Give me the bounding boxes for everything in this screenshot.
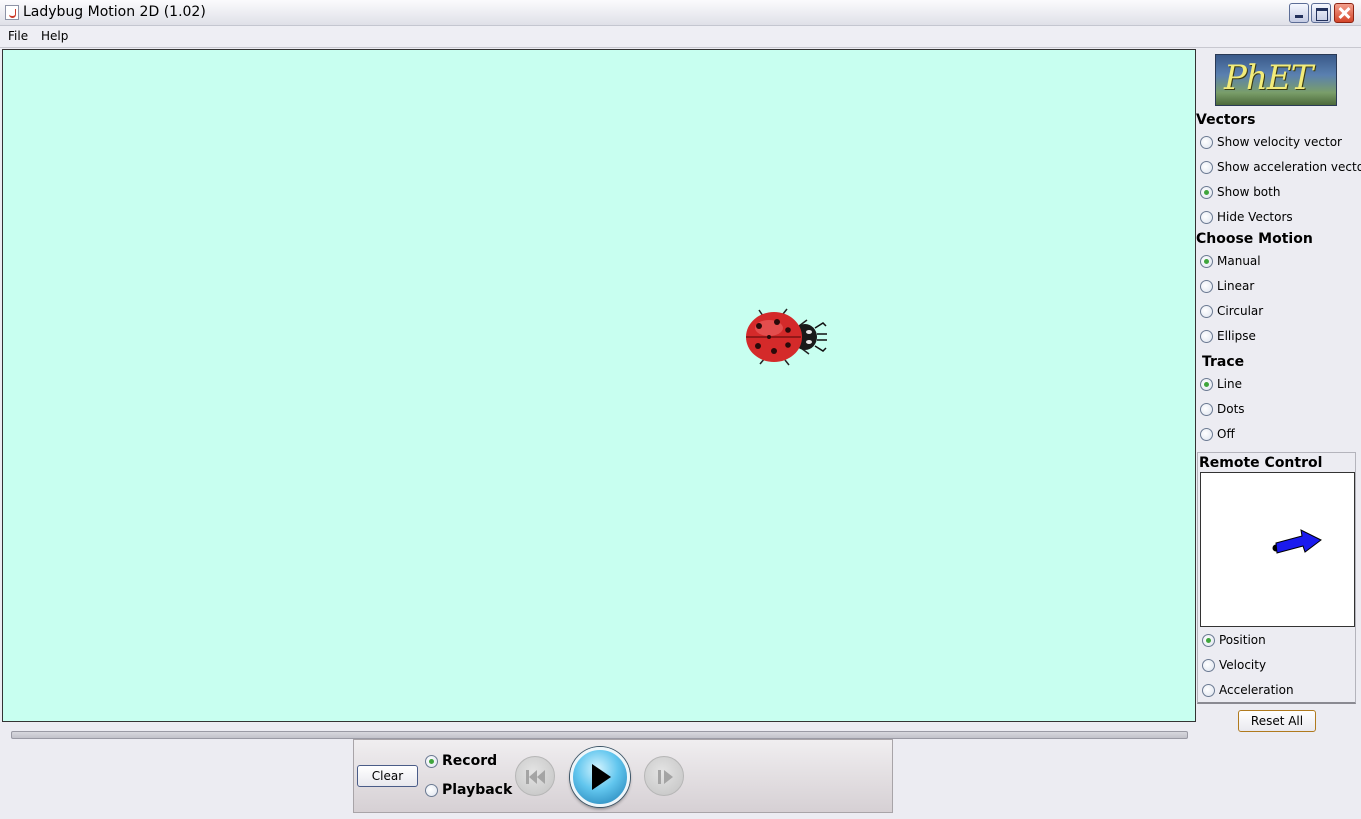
radio-trace-off[interactable]: Off bbox=[1200, 424, 1235, 444]
radio-indicator[interactable] bbox=[1200, 427, 1213, 441]
radio-circular[interactable]: Circular bbox=[1200, 301, 1263, 321]
maximize-button[interactable] bbox=[1311, 3, 1331, 23]
radio-label: Off bbox=[1217, 427, 1235, 441]
radio-indicator[interactable] bbox=[1200, 135, 1213, 149]
radio-indicator[interactable] bbox=[1200, 185, 1213, 199]
radio-label: Circular bbox=[1217, 304, 1264, 318]
radio-manual[interactable]: Manual bbox=[1200, 251, 1261, 271]
radio-indicator[interactable] bbox=[1200, 304, 1213, 318]
remote-control-panel: Remote Control Position Velocity Acceler… bbox=[1197, 452, 1356, 704]
playback-label: Playback bbox=[442, 782, 513, 798]
radio-label: Show velocity vector bbox=[1217, 135, 1342, 149]
remote-control-area[interactable] bbox=[1200, 472, 1355, 627]
minimize-button[interactable] bbox=[1289, 3, 1309, 23]
record-label: Record bbox=[442, 753, 498, 769]
radio-label: Ellipse bbox=[1217, 329, 1256, 343]
play-area[interactable] bbox=[2, 49, 1196, 722]
radio-show-both[interactable]: Show both bbox=[1200, 182, 1280, 202]
radio-label: Acceleration bbox=[1219, 683, 1294, 697]
step-forward-button[interactable] bbox=[644, 756, 684, 796]
clear-button[interactable]: Clear bbox=[357, 765, 418, 787]
radio-indicator[interactable] bbox=[1202, 683, 1215, 697]
radio-indicator[interactable] bbox=[425, 754, 438, 768]
phet-logo[interactable]: PhET bbox=[1215, 54, 1337, 106]
playback-timeline[interactable] bbox=[11, 731, 1188, 739]
radio-trace-line[interactable]: Line bbox=[1200, 374, 1242, 394]
radio-label: Show acceleration vector bbox=[1217, 160, 1361, 174]
radio-indicator[interactable] bbox=[1200, 210, 1213, 224]
rewind-button[interactable] bbox=[515, 756, 555, 796]
step-forward-icon bbox=[658, 770, 673, 784]
radio-label: Show both bbox=[1217, 185, 1281, 199]
ladybug-icon[interactable] bbox=[743, 308, 829, 366]
radio-record[interactable]: Record bbox=[425, 753, 497, 769]
phet-logo-text: PhET bbox=[1224, 58, 1313, 98]
radio-label: Position bbox=[1219, 633, 1266, 647]
radio-indicator[interactable] bbox=[425, 783, 438, 797]
radio-indicator[interactable] bbox=[1202, 633, 1215, 647]
radio-label: Hide Vectors bbox=[1217, 210, 1293, 224]
radio-label: Line bbox=[1217, 377, 1243, 391]
radio-indicator[interactable] bbox=[1200, 329, 1213, 343]
control-panel: PhET Vectors Show velocity vector Show a… bbox=[1196, 49, 1361, 819]
radio-hide-vectors[interactable]: Hide Vectors bbox=[1200, 207, 1293, 227]
radio-label: Dots bbox=[1217, 402, 1245, 416]
radio-trace-dots[interactable]: Dots bbox=[1200, 399, 1245, 419]
radio-indicator[interactable] bbox=[1200, 160, 1213, 174]
reset-all-button[interactable]: Reset All bbox=[1238, 710, 1316, 732]
title-bar: Ladybug Motion 2D (1.02) bbox=[0, 0, 1361, 26]
remote-arrow-icon[interactable] bbox=[1201, 473, 1356, 628]
window-title: Ladybug Motion 2D (1.02) bbox=[23, 4, 206, 20]
radio-label: Manual bbox=[1217, 254, 1261, 268]
radio-indicator[interactable] bbox=[1200, 402, 1213, 416]
playback-controls: Clear Record Playback bbox=[353, 739, 893, 813]
trace-title: Trace bbox=[1202, 354, 1245, 370]
vectors-title: Vectors bbox=[1196, 112, 1256, 128]
menu-file[interactable]: File bbox=[8, 29, 28, 43]
close-button[interactable] bbox=[1334, 3, 1354, 23]
java-app-icon bbox=[5, 5, 19, 20]
radio-indicator[interactable] bbox=[1202, 658, 1215, 672]
radio-indicator[interactable] bbox=[1200, 279, 1213, 293]
radio-remote-velocity[interactable]: Velocity bbox=[1202, 655, 1266, 675]
radio-linear[interactable]: Linear bbox=[1200, 276, 1254, 296]
radio-ellipse[interactable]: Ellipse bbox=[1200, 326, 1256, 346]
radio-show-acceleration[interactable]: Show acceleration vector bbox=[1200, 157, 1361, 177]
radio-remote-position[interactable]: Position bbox=[1202, 630, 1266, 650]
play-icon bbox=[592, 764, 611, 790]
radio-indicator[interactable] bbox=[1200, 254, 1213, 268]
radio-show-velocity[interactable]: Show velocity vector bbox=[1200, 132, 1342, 152]
radio-label: Velocity bbox=[1219, 658, 1267, 672]
radio-indicator[interactable] bbox=[1200, 377, 1213, 391]
rewind-icon bbox=[526, 770, 545, 784]
radio-label: Linear bbox=[1217, 279, 1255, 293]
menu-bar: File Help bbox=[0, 26, 1361, 48]
menu-help[interactable]: Help bbox=[41, 29, 68, 43]
play-button[interactable] bbox=[570, 747, 630, 807]
radio-playback[interactable]: Playback bbox=[425, 782, 512, 798]
choose-motion-title: Choose Motion bbox=[1196, 231, 1313, 247]
remote-control-title: Remote Control bbox=[1199, 455, 1323, 471]
radio-remote-acceleration[interactable]: Acceleration bbox=[1202, 680, 1294, 700]
